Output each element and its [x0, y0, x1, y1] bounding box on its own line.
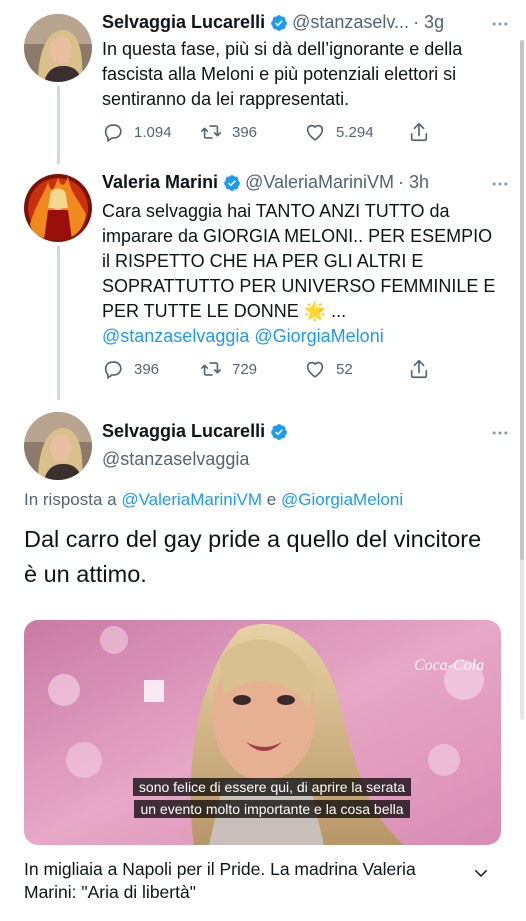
main-tweet-text: Dal carro del gay pride a quello del vin…: [24, 526, 482, 587]
scrollbar-thumb[interactable]: [520, 40, 524, 560]
chevron-down-icon[interactable]: [472, 864, 490, 882]
author-handle[interactable]: @stanzaselvaggia: [102, 449, 249, 470]
author-name[interactable]: Selvaggia Lucarelli: [102, 12, 265, 33]
video-player[interactable]: Coca-Cola sono felice di essere qui, di …: [24, 620, 501, 845]
backdrop-brand: Coca-Cola: [414, 657, 484, 674]
like-count: 5.294: [336, 123, 374, 141]
mention-link[interactable]: @GiorgiaMeloni: [254, 326, 383, 346]
star-emoji: 🌟: [303, 301, 327, 321]
reply-button[interactable]: 396: [102, 358, 159, 380]
author-name[interactable]: Valeria Marini: [102, 172, 218, 193]
card-title[interactable]: In migliaia a Napoli per il Pride. La ma…: [24, 858, 454, 904]
mention-link[interactable]: @stanzaselvaggia: [102, 326, 249, 346]
tweet-time[interactable]: · 3h: [398, 172, 429, 193]
subtitle-line: sono felice di essere qui, di aprire la …: [132, 778, 412, 796]
tweet-text: Cara selvaggia hai TANTO ANZI TUTTO da i…: [102, 199, 504, 349]
retweet-count: 396: [232, 123, 258, 141]
subtitle-line: un evento molto importante e la cosa bel…: [134, 800, 410, 818]
like-button[interactable]: 5.294: [304, 121, 374, 143]
thread-line: [57, 86, 60, 164]
tweet-text-body: Cara selvaggia hai TANTO ANZI TUTTO da i…: [102, 201, 496, 321]
more-icon[interactable]: [490, 174, 510, 194]
share-icon: [410, 122, 428, 142]
tweet-actions: 396 729 52: [102, 358, 432, 382]
tweet-actions: 1.094 396 5.294: [102, 121, 432, 145]
reply-button[interactable]: 1.094: [102, 121, 172, 143]
author-handle[interactable]: @stanzaselv...: [292, 12, 409, 33]
author-handle[interactable]: @ValeriaMariniVM: [245, 172, 394, 193]
retweet-icon: [201, 125, 221, 139]
reply-prefix: In risposta a: [24, 490, 117, 509]
reply-count: 396: [134, 360, 160, 378]
mention-link[interactable]: @ValeriaMariniVM: [121, 490, 262, 509]
video-subtitle: un evento molto importante e la cosa bel…: [112, 799, 432, 819]
tweet-time[interactable]: · 3g: [413, 12, 444, 33]
tweet-ellipsis: ...: [331, 301, 347, 321]
share-button[interactable]: [408, 121, 440, 143]
reply-context: In risposta a @ValeriaMariniVM e @Giorgi…: [24, 490, 403, 510]
tweet-header: Valeria Marini @ValeriaMariniVM · 3h: [102, 172, 508, 193]
retweet-count: 729: [232, 360, 258, 378]
main-author: Selvaggia Lucarelli: [102, 421, 292, 442]
retweet-button[interactable]: 396: [200, 121, 257, 143]
tweet-text: In questa fase, più si dà dell’ignorante…: [102, 39, 463, 109]
more-icon[interactable]: [490, 14, 510, 34]
share-icon: [410, 359, 428, 379]
verified-badge-icon: [224, 174, 240, 191]
verified-badge-icon: [271, 14, 287, 31]
like-icon: [306, 361, 324, 378]
like-icon: [306, 124, 324, 141]
reply-icon: [104, 361, 122, 380]
avatar[interactable]: [24, 174, 92, 242]
like-count: 52: [336, 360, 353, 378]
retweet-icon: [201, 362, 221, 376]
more-icon[interactable]: [490, 423, 510, 443]
verified-badge-icon: [271, 423, 287, 440]
like-button[interactable]: 52: [304, 358, 353, 380]
retweet-button[interactable]: 729: [200, 358, 257, 380]
reply-icon: [104, 124, 122, 143]
video-subtitle: sono felice di essere qui, di aprire la …: [112, 777, 432, 797]
tweet-header: Selvaggia Lucarelli @stanzaselv... · 3g: [102, 12, 508, 33]
share-button[interactable]: [408, 358, 440, 380]
thread-line: [57, 246, 60, 400]
mention-link[interactable]: @GiorgiaMeloni: [281, 490, 403, 509]
reply-count: 1.094: [134, 123, 172, 141]
avatar[interactable]: [24, 412, 92, 480]
scrollbar[interactable]: [520, 40, 524, 720]
avatar[interactable]: [24, 14, 92, 82]
reply-conjunction: e: [266, 490, 277, 509]
author-name[interactable]: Selvaggia Lucarelli: [102, 421, 265, 442]
